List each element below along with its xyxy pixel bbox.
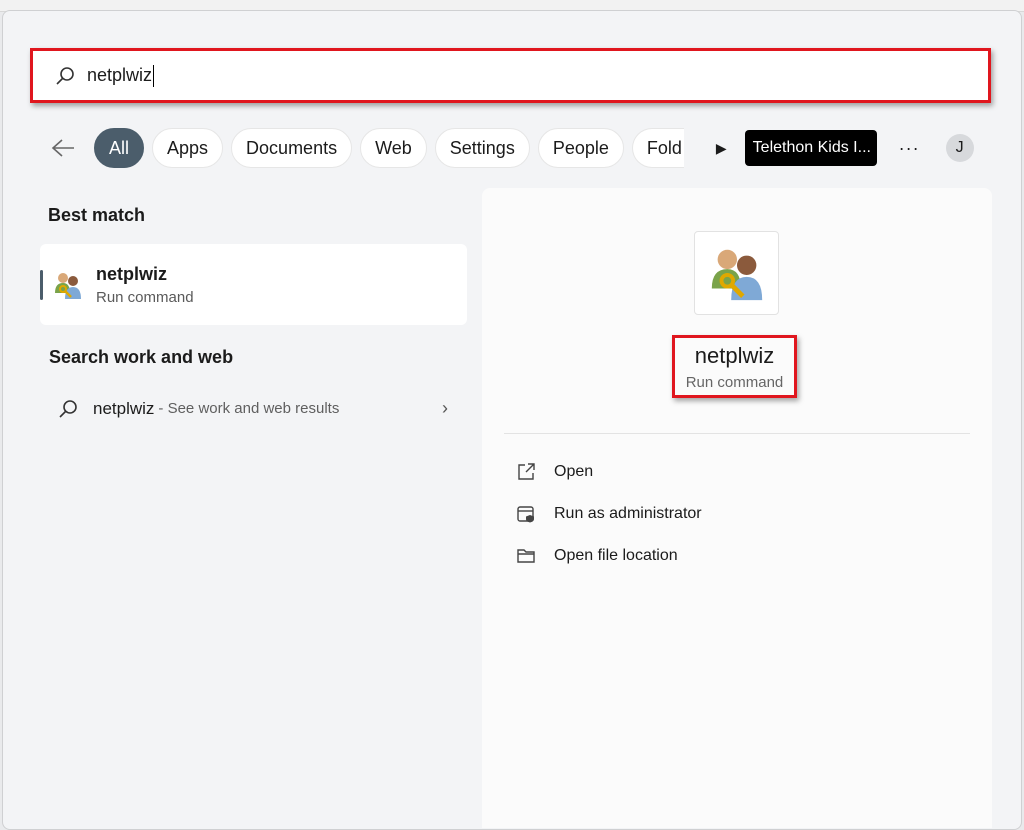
web-suffix: - See work and web results <box>158 400 340 417</box>
action-run-as-admin[interactable]: Run as administrator <box>516 504 702 524</box>
best-match-title: netplwiz <box>96 263 167 284</box>
filter-bar: All Apps Documents Web Settings People F… <box>50 128 974 168</box>
action-label: Open <box>554 463 594 480</box>
open-external-icon <box>518 463 535 480</box>
best-match-result[interactable]: netplwiz Run command <box>40 244 467 325</box>
shield-admin-icon <box>517 506 534 523</box>
search-input[interactable]: netplwiz <box>30 48 991 103</box>
selection-indicator <box>40 270 43 300</box>
app-title: netplwiz <box>694 343 775 368</box>
user-accounts-icon <box>711 249 762 301</box>
search-icon <box>59 399 77 418</box>
filter-all[interactable]: All <box>94 128 145 168</box>
divider <box>504 433 970 434</box>
back-arrow-icon[interactable] <box>50 138 80 158</box>
filter-web[interactable]: Web <box>360 128 427 168</box>
action-label: Run as administrator <box>554 505 702 522</box>
search-web-heading: Search work and web <box>49 347 234 367</box>
best-match-heading: Best match <box>48 205 146 225</box>
more-options-button[interactable]: ··· <box>899 138 920 159</box>
filter-apps[interactable]: Apps <box>152 128 224 168</box>
detail-panel: netplwiz Run command Open Run as adminis… <box>482 188 992 828</box>
user-accounts-icon <box>55 272 81 299</box>
scroll-right-icon[interactable]: ▶ <box>716 140 727 157</box>
search-icon <box>56 66 74 85</box>
best-match-subtitle: Run command <box>96 288 194 306</box>
app-icon <box>694 231 779 315</box>
action-label: Open file location <box>554 547 678 564</box>
avatar[interactable]: J <box>945 134 974 162</box>
filter-people[interactable]: People <box>537 128 624 168</box>
filter-settings[interactable]: Settings <box>434 128 530 168</box>
app-name-highlight: netplwiz Run command <box>672 335 797 398</box>
action-open-file-location[interactable]: Open file location <box>516 546 678 566</box>
text-caret <box>153 64 155 87</box>
action-open[interactable]: Open <box>516 462 593 482</box>
web-query: netplwiz <box>93 398 155 418</box>
search-value: netplwiz <box>87 65 153 85</box>
chevron-right-icon[interactable]: › <box>442 398 448 419</box>
app-subtitle: Run command <box>685 374 784 391</box>
filter-folders[interactable]: Fold <box>631 128 684 168</box>
folder-icon <box>517 549 535 563</box>
filter-documents[interactable]: Documents <box>231 128 353 168</box>
web-search-result[interactable]: netplwiz - See work and web results › <box>58 398 448 419</box>
organization-button[interactable]: Telethon Kids I... <box>744 130 877 166</box>
